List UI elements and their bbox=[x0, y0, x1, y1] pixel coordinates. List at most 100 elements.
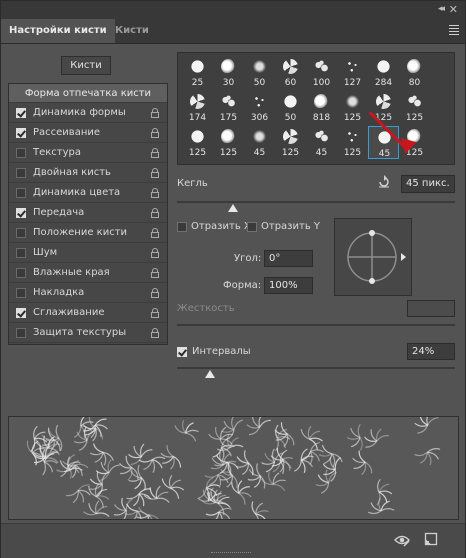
brush-tip-size: 45 bbox=[315, 148, 328, 158]
brush-tip-thumbnail bbox=[283, 59, 298, 74]
brush-tip[interactable]: 125 bbox=[182, 126, 213, 159]
lock-icon[interactable] bbox=[151, 248, 159, 258]
settings-item-checkbox[interactable] bbox=[16, 268, 26, 278]
brush-tip[interactable]: 100 bbox=[306, 56, 337, 89]
angle-field[interactable]: 0° bbox=[264, 250, 313, 267]
brush-tip[interactable]: 50 bbox=[244, 56, 275, 89]
lock-icon[interactable] bbox=[151, 128, 159, 138]
settings-item-checkbox[interactable] bbox=[16, 168, 26, 178]
brush-tip-size: 125 bbox=[281, 148, 300, 158]
spacing-slider-knob[interactable] bbox=[205, 370, 216, 378]
brush-tip-thumbnail bbox=[252, 129, 267, 144]
lock-icon[interactable] bbox=[151, 188, 159, 198]
brushes-button[interactable]: Кисти bbox=[61, 56, 111, 75]
brush-tip[interactable]: 284 bbox=[368, 56, 399, 89]
size-field[interactable]: 45 пикс. bbox=[401, 175, 455, 193]
settings-item-checkbox[interactable] bbox=[16, 128, 26, 138]
brush-tip[interactable]: 175 bbox=[213, 91, 244, 124]
settings-item-checkbox[interactable] bbox=[16, 208, 26, 218]
settings-item-checkbox[interactable] bbox=[16, 308, 26, 318]
settings-item-brush-tip-shape[interactable]: Форма отпечатка кисти bbox=[9, 84, 167, 103]
new-brush-preset-icon[interactable] bbox=[424, 532, 438, 546]
brush-tip-size: 284 bbox=[374, 78, 393, 88]
brush-tip-thumbnail bbox=[283, 129, 298, 144]
size-slider-knob[interactable] bbox=[227, 204, 238, 212]
brush-tip-thumbnail bbox=[190, 129, 205, 144]
brush-tip[interactable]: 306 bbox=[244, 91, 275, 124]
brush-tip[interactable]: 45 bbox=[368, 126, 399, 159]
brush-tip[interactable]: 818 bbox=[306, 91, 337, 124]
lock-icon[interactable] bbox=[151, 148, 159, 158]
settings-item-checkbox[interactable] bbox=[16, 148, 26, 158]
settings-item[interactable]: Динамика цвета bbox=[9, 184, 167, 203]
spacing-field[interactable]: 24% bbox=[407, 343, 455, 360]
brush-tip[interactable]: 125 bbox=[368, 91, 399, 124]
size-slider-track[interactable] bbox=[177, 201, 455, 203]
flip-y-checkbox[interactable] bbox=[247, 222, 257, 232]
brush-tip[interactable]: 125 bbox=[337, 91, 368, 124]
tab-brushes[interactable]: Кисти bbox=[107, 19, 157, 43]
spacing-slider-track[interactable] bbox=[177, 367, 455, 369]
settings-item[interactable]: Динамика формы bbox=[9, 104, 167, 123]
close-panel-icon[interactable]: ✕ bbox=[449, 3, 458, 16]
brush-tip[interactable]: 50 bbox=[275, 91, 306, 124]
brush-tip[interactable]: 25 bbox=[182, 56, 213, 89]
settings-item[interactable]: Текстура bbox=[9, 144, 167, 163]
settings-item-checkbox[interactable] bbox=[16, 288, 26, 298]
brush-tip[interactable]: 174 bbox=[182, 91, 213, 124]
brush-tip[interactable]: 125 bbox=[275, 126, 306, 159]
brush-tip[interactable]: 125 bbox=[337, 126, 368, 159]
lock-icon[interactable] bbox=[151, 268, 159, 278]
angle-dial-graphic bbox=[347, 230, 406, 284]
settings-item[interactable]: Шум bbox=[9, 244, 167, 263]
panel-menu-icon[interactable] bbox=[449, 25, 459, 37]
brush-tip[interactable]: 30 bbox=[213, 56, 244, 89]
roundness-field[interactable]: 100% bbox=[264, 277, 313, 294]
toggle-preview-icon[interactable] bbox=[394, 533, 410, 547]
spacing-checkbox[interactable] bbox=[177, 347, 187, 357]
lock-icon[interactable] bbox=[151, 288, 159, 298]
settings-item[interactable]: Положение кисти bbox=[9, 224, 167, 243]
lock-icon[interactable] bbox=[151, 308, 159, 318]
settings-item-checkbox[interactable] bbox=[16, 248, 26, 258]
angle-roundness-dial[interactable] bbox=[334, 218, 412, 296]
brush-tip[interactable]: 60 bbox=[275, 56, 306, 89]
brush-tip[interactable]: 127 bbox=[337, 56, 368, 89]
settings-item[interactable]: Накладка bbox=[9, 284, 167, 303]
brush-tip-size: 125 bbox=[188, 148, 207, 158]
flip-x-checkbox[interactable] bbox=[177, 222, 187, 232]
settings-item-label: Двойная кисть bbox=[33, 167, 111, 178]
lock-icon[interactable] bbox=[151, 168, 159, 178]
collapse-panel-icon[interactable]: ◂◂ bbox=[438, 4, 445, 14]
lock-icon[interactable] bbox=[151, 328, 159, 338]
reset-size-icon[interactable] bbox=[377, 175, 391, 189]
resize-grip[interactable] bbox=[211, 552, 251, 555]
settings-item[interactable]: Влажные края bbox=[9, 264, 167, 283]
brush-tip[interactable]: 125 bbox=[213, 126, 244, 159]
settings-item[interactable]: Двойная кисть bbox=[9, 164, 167, 183]
brush-tip-size: 45 bbox=[378, 149, 391, 159]
lock-icon[interactable] bbox=[151, 108, 159, 118]
settings-item[interactable]: Защита текстуры bbox=[9, 324, 167, 343]
brush-tip[interactable]: 45 bbox=[244, 126, 275, 159]
brush-tip-size: 127 bbox=[343, 78, 362, 88]
brush-tip[interactable]: 45 bbox=[306, 126, 337, 159]
tab-brush-settings[interactable]: Настройки кисти bbox=[1, 19, 115, 43]
spacing-label: Интервалы bbox=[192, 346, 251, 357]
settings-item-checkbox[interactable] bbox=[16, 108, 26, 118]
settings-item-checkbox[interactable] bbox=[16, 188, 26, 198]
settings-item[interactable]: Передача bbox=[9, 204, 167, 223]
brush-tip-thumbnail bbox=[407, 94, 422, 109]
brush-tip[interactable]: 125 bbox=[399, 91, 430, 124]
lock-icon[interactable] bbox=[151, 228, 159, 238]
settings-item-label: Текстура bbox=[33, 147, 82, 158]
lock-icon[interactable] bbox=[151, 208, 159, 218]
settings-item[interactable]: Сглаживание bbox=[9, 304, 167, 323]
brush-tip-thumbnail bbox=[376, 94, 391, 109]
settings-item[interactable]: Рассеивание bbox=[9, 124, 167, 143]
brush-tip[interactable]: 80 bbox=[399, 56, 430, 89]
settings-item-checkbox[interactable] bbox=[16, 228, 26, 238]
settings-item-checkbox[interactable] bbox=[16, 328, 26, 338]
brush-tip-size: 50 bbox=[284, 113, 297, 123]
flip-y-label: Отразить Y bbox=[261, 221, 320, 232]
